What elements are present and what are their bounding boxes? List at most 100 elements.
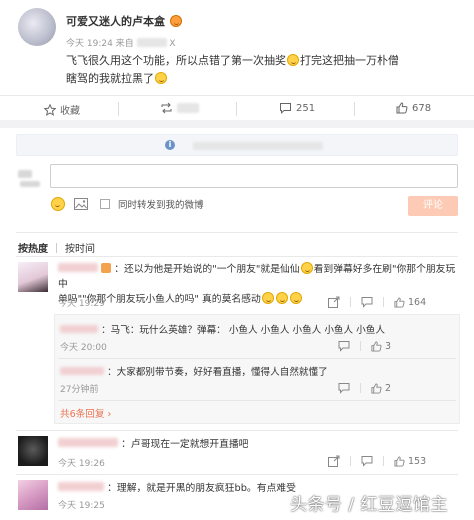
reply-like-button[interactable]: 3 bbox=[371, 341, 391, 352]
notice-bar: i bbox=[16, 134, 458, 156]
thumbs-up-icon bbox=[371, 382, 382, 394]
comment-text: ：还以为他是开始说的"一个朋友"就是仙仙 bbox=[114, 264, 300, 275]
tab-divider bbox=[56, 242, 57, 253]
star-icon bbox=[44, 103, 56, 116]
sort-tabs: 按热度 按时间 bbox=[18, 240, 95, 255]
like-button[interactable]: 678 bbox=[396, 102, 431, 114]
thumbs-up-icon bbox=[371, 340, 382, 352]
action-divider bbox=[383, 456, 384, 466]
source-suffix-icon: X bbox=[169, 39, 176, 49]
divider bbox=[16, 430, 458, 431]
comment-icon[interactable] bbox=[338, 382, 350, 394]
post-text-line2: 瞎驾的我就拉黑了 bbox=[66, 72, 154, 85]
comment-time: 今天 19:26 bbox=[58, 459, 105, 469]
section-gap bbox=[0, 120, 474, 128]
post-time: 今天 19:24 来自 bbox=[66, 39, 134, 49]
action-divider bbox=[118, 102, 119, 116]
comment-text: ：卢哥现在一定就想开直播吧 bbox=[121, 439, 249, 450]
post-text: 飞飞很久用这个功能，所以点错了第一次抽奖 打完这把抽一万朴僧 瞎驾的我就拉黑了 bbox=[66, 52, 461, 88]
repost-count-redacted bbox=[177, 103, 199, 113]
image-icon[interactable] bbox=[74, 198, 88, 210]
replier-name-redacted[interactable] bbox=[60, 367, 104, 375]
composer-avatar bbox=[18, 168, 44, 192]
action-divider bbox=[236, 102, 237, 116]
info-icon: i bbox=[165, 140, 175, 150]
comment-time: 今天 19:29 bbox=[58, 299, 105, 309]
divider bbox=[58, 400, 456, 401]
notice-redacted bbox=[193, 142, 323, 150]
replier-name-redacted[interactable] bbox=[60, 325, 98, 333]
comment-like-button[interactable]: 153 bbox=[394, 456, 426, 467]
comment-time: 今天 19:25 bbox=[58, 501, 105, 511]
commenter-avatar[interactable] bbox=[18, 480, 48, 510]
composer-tools: 同时转发到我的微博 bbox=[50, 197, 204, 211]
divider bbox=[0, 95, 474, 96]
composer-avatar-blur bbox=[18, 170, 32, 178]
tab-time[interactable]: 按时间 bbox=[65, 240, 95, 255]
comment-actions: 153 bbox=[328, 455, 426, 467]
emoji-icon bbox=[169, 15, 182, 27]
watermark: 头条号 / 红豆逗馆主 bbox=[290, 490, 448, 515]
cry-emoji-icon bbox=[289, 292, 302, 304]
author-avatar[interactable] bbox=[18, 8, 56, 46]
favorite-button[interactable]: 收藏 bbox=[44, 102, 80, 117]
source-redacted bbox=[136, 38, 167, 47]
like-count: 3 bbox=[385, 340, 392, 352]
like-count: 164 bbox=[408, 296, 427, 308]
action-divider bbox=[350, 456, 351, 466]
divider bbox=[16, 474, 458, 475]
repost-icon bbox=[161, 102, 172, 114]
reply-item: ：大家都别带节奏，好好看直播，懂得人自然就懂了 bbox=[60, 364, 328, 378]
comment-count: 251 bbox=[296, 102, 316, 114]
author-name-text[interactable]: 可爱又迷人的卢本盒 bbox=[66, 15, 165, 28]
reply-actions: 3 bbox=[338, 340, 391, 352]
commenter-name-redacted[interactable] bbox=[58, 482, 104, 491]
more-replies-link[interactable]: 共6条回复 › bbox=[60, 406, 111, 420]
tab-hot[interactable]: 按热度 bbox=[18, 240, 48, 255]
like-count: 2 bbox=[385, 382, 392, 394]
comment-body: ：卢哥现在一定就想开直播吧 bbox=[58, 436, 248, 450]
reply-like-button[interactable]: 2 bbox=[371, 383, 391, 394]
reply-time: 27分钟前 bbox=[60, 385, 99, 395]
reply-text: ：马飞：玩什么英雄？弹幕： 小鱼人 小鱼人 小鱼人 小鱼人 小鱼人 bbox=[101, 325, 385, 336]
favorite-label: 收藏 bbox=[60, 106, 80, 117]
commenter-avatar[interactable] bbox=[18, 436, 48, 466]
action-divider bbox=[350, 297, 351, 307]
comment-icon bbox=[280, 103, 291, 114]
thumbs-up-icon bbox=[394, 296, 405, 308]
cry-emoji-icon bbox=[261, 292, 274, 304]
watermark-text: 头条号 / 红豆逗馆主 bbox=[290, 495, 449, 515]
reply-item: ：马飞：玩什么英雄？弹幕： 小鱼人 小鱼人 小鱼人 小鱼人 小鱼人 bbox=[60, 322, 385, 336]
cry-emoji-icon bbox=[300, 262, 313, 274]
comment-like-button[interactable]: 164 bbox=[394, 297, 426, 308]
repost-button[interactable] bbox=[160, 102, 199, 114]
share-icon[interactable] bbox=[328, 455, 340, 467]
emoji-picker-icon[interactable] bbox=[51, 197, 65, 211]
comment-button[interactable]: 251 bbox=[279, 102, 315, 114]
forward-checkbox[interactable] bbox=[100, 199, 110, 209]
action-divider bbox=[360, 341, 361, 351]
thumbs-up-icon bbox=[396, 102, 408, 114]
commenter-name-redacted[interactable] bbox=[58, 438, 118, 447]
comment-icon[interactable] bbox=[361, 455, 373, 467]
commenter-name-redacted[interactable] bbox=[58, 263, 98, 272]
author-name[interactable]: 可爱又迷人的卢本盒 bbox=[66, 13, 183, 29]
share-icon[interactable] bbox=[328, 296, 340, 308]
submit-label: 评论 bbox=[423, 200, 443, 211]
post-meta: 今天 19:24 来自 X bbox=[66, 36, 176, 49]
user-badge-icon bbox=[101, 263, 112, 273]
commenter-avatar[interactable] bbox=[18, 262, 48, 292]
comment-input[interactable] bbox=[50, 164, 458, 188]
divider bbox=[58, 358, 456, 359]
forward-label: 同时转发到我的微博 bbox=[118, 200, 204, 211]
comment-icon[interactable] bbox=[361, 296, 373, 308]
action-divider bbox=[360, 383, 361, 393]
laugh-emoji-icon bbox=[287, 54, 299, 66]
divider bbox=[16, 232, 458, 233]
reply-actions: 2 bbox=[338, 382, 391, 394]
action-divider bbox=[383, 297, 384, 307]
comment-icon[interactable] bbox=[338, 340, 350, 352]
submit-comment-button[interactable]: 评论 bbox=[408, 196, 458, 216]
comment-actions: 164 bbox=[328, 296, 426, 308]
composer-avatar-blur2 bbox=[20, 181, 40, 187]
